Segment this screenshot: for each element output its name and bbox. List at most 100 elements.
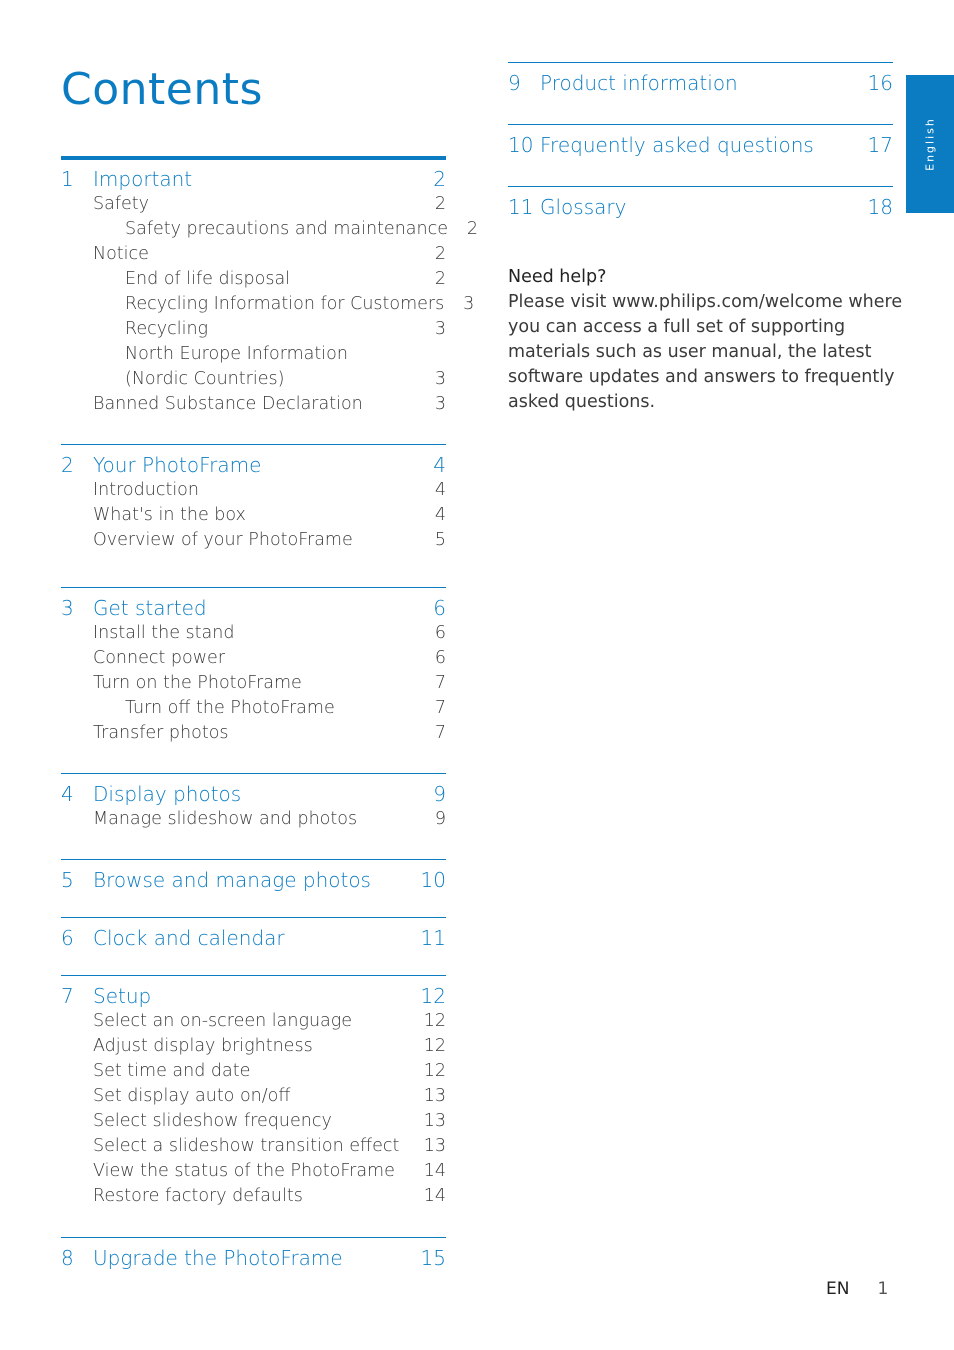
- toc-chapter-link[interactable]: 10 Frequently asked questions 17: [508, 132, 893, 158]
- toc-entry-link[interactable]: Turn off the PhotoFrame 7: [61, 696, 446, 721]
- entry-title: Adjust display brightness: [93, 1036, 313, 1056]
- chapter-title: Upgrade the PhotoFrame: [93, 1246, 343, 1270]
- toc-chapter-link[interactable]: 4 Display photos 9: [61, 781, 446, 807]
- chapter-page: 18: [867, 195, 893, 219]
- entry-title: (Nordic Countries): [125, 369, 285, 389]
- toc-entry-link[interactable]: End of life disposal 2: [61, 267, 446, 292]
- entry-page: 13: [423, 1111, 446, 1131]
- chapter-page: 12: [420, 984, 446, 1008]
- toc-entry-link[interactable]: Restore factory defaults 14: [61, 1184, 446, 1209]
- entry-page: 4: [434, 480, 446, 500]
- toc-chapter-link[interactable]: 3 Get started 6: [61, 595, 446, 621]
- chapter-title: Clock and calendar: [93, 926, 285, 950]
- toc-chapter-link[interactable]: 1 Important 2: [61, 166, 446, 192]
- entry-title: Set time and date: [93, 1061, 251, 1081]
- entry-page: 4: [434, 505, 446, 525]
- entry-title: Select a slideshow transition effect: [93, 1136, 400, 1156]
- toc-entry-link[interactable]: Install the stand 6: [61, 621, 446, 646]
- toc-entry-link[interactable]: Introduction 4: [61, 478, 446, 503]
- entry-page: 13: [423, 1086, 446, 1106]
- chapter-number: 2: [61, 453, 74, 477]
- entry-page: 12: [423, 1061, 446, 1081]
- entry-page: 6: [434, 623, 446, 643]
- toc-entry-link[interactable]: Safety precautions and maintenance 2: [61, 217, 478, 242]
- language-tab-label: English: [923, 117, 937, 171]
- chapter-title: Frequently asked questions: [540, 133, 814, 157]
- toc-entry-link[interactable]: Manage slideshow and photos 9: [61, 807, 446, 832]
- chapter-number: 4: [61, 782, 74, 806]
- entry-title: Overview of your PhotoFrame: [93, 530, 353, 550]
- entry-page: 3: [463, 294, 475, 314]
- entry-title: Turn off the PhotoFrame: [125, 698, 335, 718]
- help-title: Need help?: [508, 267, 607, 287]
- entry-title: Connect power: [93, 648, 226, 668]
- toc-entry-link[interactable]: Set display auto on/off 13: [61, 1084, 446, 1109]
- toc-entry-link[interactable]: Safety 2: [61, 192, 446, 217]
- entry-page: 14: [423, 1161, 446, 1181]
- toc-entry-link[interactable]: Select a slideshow transition effect 13: [61, 1134, 446, 1159]
- page-title: Contents: [61, 64, 263, 115]
- toc-section: 4 Display photos 9 Manage slideshow and pho…: [61, 773, 446, 832]
- chapter-page: 16: [867, 71, 893, 95]
- entry-title: Select an on-screen language: [93, 1011, 353, 1031]
- toc-entry-link[interactable]: Overview of your PhotoFrame 5: [61, 528, 446, 553]
- entry-page: 2: [434, 194, 446, 214]
- entry-title: Transfer photos: [93, 723, 229, 743]
- toc-entry-link[interactable]: Recycling Information for Customers 3: [61, 292, 474, 317]
- entry-page: 2: [434, 269, 446, 289]
- entry-page: 7: [434, 698, 446, 718]
- toc-section: 3 Get started 6 Install the stand 6 Connect p…: [61, 587, 446, 746]
- chapter-title: Get started: [93, 596, 207, 620]
- chapter-title: Glossary: [540, 195, 627, 219]
- entry-page: 12: [423, 1036, 446, 1056]
- entry-title: Install the stand: [93, 623, 235, 643]
- toc-chapter-link[interactable]: 6 Clock and calendar 11: [61, 925, 446, 951]
- toc-entry-link[interactable]: Notice 2: [61, 242, 446, 267]
- toc-chapter-link[interactable]: 11 Glossary 18: [508, 194, 893, 220]
- toc-entry-link[interactable]: Turn on the PhotoFrame 7: [61, 671, 446, 696]
- toc-left-column: 1 Important 2 Safety 2 Safety precautions and…: [61, 156, 478, 1271]
- chapter-number: 3: [61, 596, 74, 620]
- toc-entry-link[interactable]: (Nordic Countries) 3: [61, 367, 446, 392]
- toc-entry-link[interactable]: Transfer photos 7: [61, 721, 446, 746]
- chapter-page: 4: [433, 453, 446, 477]
- toc-entry-link[interactable]: Connect power 6: [61, 646, 446, 671]
- chapter-title: Display photos: [93, 782, 242, 806]
- toc-chapter-link[interactable]: 2 Your PhotoFrame 4: [61, 452, 446, 478]
- toc-chapter-link[interactable]: 5 Browse and manage photos 10: [61, 867, 446, 893]
- chapter-number: 11: [508, 195, 534, 219]
- toc-section: 11 Glossary 18: [508, 186, 893, 220]
- entry-page: 7: [434, 673, 446, 693]
- toc-entry-link[interactable]: Adjust display brightness 12: [61, 1034, 446, 1059]
- entry-page: 14: [423, 1186, 446, 1206]
- toc-entry-link[interactable]: Set time and date 12: [61, 1059, 446, 1084]
- toc-entry-link[interactable]: Select an on-screen language 12: [61, 1009, 446, 1034]
- chapter-title: Browse and manage photos: [93, 868, 371, 892]
- chapter-title: Your PhotoFrame: [93, 453, 262, 477]
- entry-title: View the status of the PhotoFrame: [93, 1161, 395, 1181]
- help-body: Please visit www.philips.com/welcome whe…: [508, 292, 903, 412]
- chapter-number: 5: [61, 868, 74, 892]
- toc-entry-link[interactable]: What's in the box 4: [61, 503, 446, 528]
- toc-section: 8 Upgrade the PhotoFrame 15: [61, 1237, 446, 1271]
- chapter-number: 1: [61, 167, 74, 191]
- entry-page: 12: [423, 1011, 446, 1031]
- toc-chapter-link[interactable]: 9 Product information 16: [508, 70, 893, 96]
- toc-chapter-link[interactable]: 7 Setup 12: [61, 983, 446, 1009]
- chapter-page: 6: [433, 596, 446, 620]
- toc-entry-link[interactable]: North Europe Information: [61, 342, 446, 367]
- chapter-title: Setup: [93, 984, 152, 1008]
- entry-title: Banned Substance Declaration: [93, 394, 363, 414]
- toc-entry-link[interactable]: View the status of the PhotoFrame 14: [61, 1159, 446, 1184]
- help-box: Need help? Please visit www.philips.com/…: [508, 265, 908, 415]
- entry-title: Set display auto on/off: [93, 1086, 291, 1106]
- language-tab: English: [906, 75, 954, 213]
- toc-entry-link[interactable]: Recycling 3: [61, 317, 446, 342]
- chapter-page: 10: [420, 868, 446, 892]
- toc-chapter-link[interactable]: 8 Upgrade the PhotoFrame 15: [61, 1245, 446, 1271]
- toc-entry-link[interactable]: Banned Substance Declaration 3: [61, 392, 446, 417]
- chapter-number: 6: [61, 926, 74, 950]
- toc-entry-link[interactable]: Select slideshow frequency 13: [61, 1109, 446, 1134]
- entry-page: 3: [434, 369, 446, 389]
- page-footer: EN 1: [826, 1279, 888, 1299]
